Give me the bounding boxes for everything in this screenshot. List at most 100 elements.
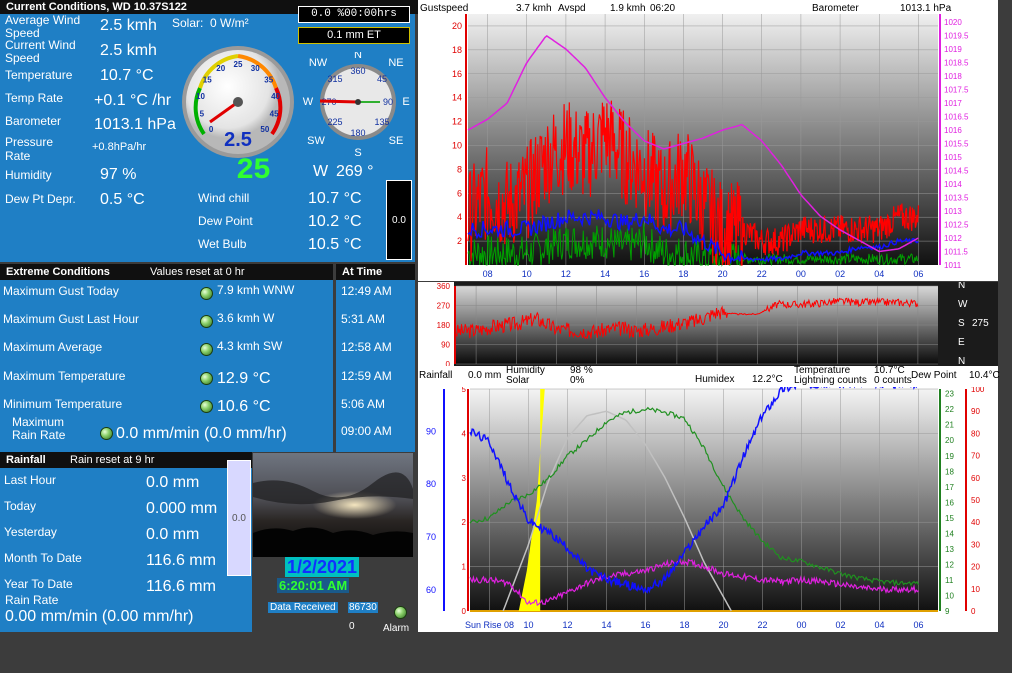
date-display: 1/2/2021 — [285, 557, 360, 577]
chart2-current-direction: 275 — [972, 318, 989, 329]
cur-wind-label: Current Wind Speed — [5, 38, 76, 65]
rainfall-panel: Rainfall Rain reset at 9 hr Last Hour 0.0… — [0, 452, 252, 632]
solar-value: 0 W/m² — [210, 16, 249, 30]
current-bar-value: 0.0 — [392, 215, 406, 226]
chart1-xtick: 18 — [678, 269, 688, 279]
chart3-ytick-pct: 0 — [971, 607, 976, 616]
hdr-dewpoint-value: 10.4°C — [969, 370, 1000, 381]
chart1-ytick-right: 1019 — [944, 45, 962, 54]
chart3-xtick: 02 — [835, 620, 845, 630]
chart1-ytick-right: 1013 — [944, 207, 962, 216]
chart3-ytick-temp: 22 — [945, 405, 954, 414]
rain-row-value: 0.000 mm — [146, 500, 218, 517]
chart1-ytick-right: 1013.5 — [944, 194, 969, 203]
rain-row-label: Today — [4, 499, 37, 513]
extreme-row-label: Minimum Temperature — [3, 397, 123, 411]
chart1-ytick-right: 1016.5 — [944, 113, 969, 122]
chart2-ytick: 180 — [437, 321, 451, 330]
chart1-header-item: 3.7 kmh — [516, 3, 552, 14]
chart3-xtick: 18 — [679, 620, 689, 630]
solar-label: Solar: — [172, 16, 204, 30]
gust-digital-readout: 25 — [236, 154, 271, 188]
rain-row-value: 116.6 mm — [146, 552, 216, 569]
chart1-ytick-left: 2 — [457, 236, 462, 246]
compass-degrees: 269 ° — [336, 163, 374, 180]
wet-bulb-label: Wet Bulb — [198, 237, 247, 251]
extreme-row-value: 3.6 kmh W — [217, 311, 275, 325]
compass-direction: W — [313, 163, 329, 180]
chart3-xtick: 04 — [874, 620, 884, 630]
chart3-ytick-temp: 20 — [945, 436, 954, 445]
chart3-ytick-rain: 2 — [462, 518, 467, 527]
chart1-ytick-right: 1014.5 — [944, 167, 969, 176]
chart1-ytick-right: 1018 — [944, 72, 962, 81]
chart1-ytick-right: 1016 — [944, 126, 962, 135]
chart3-xtick: 14 — [601, 620, 611, 630]
chart1-header-item: 1013.1 hPa — [900, 3, 952, 14]
chart3-ytick-pct: 60 — [971, 474, 980, 483]
chart3-ytick-temp: 16 — [945, 498, 954, 507]
wind-chill-value: 10.7 °C — [308, 190, 362, 207]
baro-label: Barometer — [5, 114, 62, 128]
temp-rate-label: Temp Rate — [5, 91, 64, 105]
gauge-tick-label: 10 — [196, 92, 205, 101]
hdr-lightning-value: 0 counts — [874, 375, 912, 386]
chart1-xtick: 04 — [874, 269, 884, 279]
gauge-tick-label: 50 — [260, 125, 269, 134]
climate-chart: 0123456070809091011121314151617181920212… — [426, 377, 985, 630]
chart1-ytick-left: 18 — [452, 45, 462, 55]
extreme-row-led — [200, 400, 213, 413]
wind-chill-label: Wind chill — [198, 191, 250, 205]
chart3-ytick-rain: 5 — [462, 387, 467, 394]
chart1-xtick: 22 — [757, 269, 767, 279]
hdr-solar-label: Solar — [506, 375, 530, 386]
chart1-ytick-right: 1018.5 — [944, 59, 969, 68]
wind-direction-chart-panel: 0 90 180 270 360 N W S E N 275 — [418, 280, 998, 369]
rain-bar-value: 0.0 — [232, 513, 246, 524]
rain-row-label: Year To Date — [4, 577, 73, 591]
compass-point-label: SW — [307, 135, 325, 147]
chart3-ytick-temp: 15 — [945, 514, 954, 523]
extreme-row-time: 12:49 AM — [341, 284, 392, 298]
avg-wind-label: Average Wind Speed — [5, 13, 81, 40]
rain-row-label: Yesterday — [4, 525, 57, 539]
chart3-ytick-temp: 21 — [945, 421, 954, 430]
chart3-ytick-temp: 23 — [945, 390, 954, 399]
chart3-xtick: 22 — [757, 620, 767, 630]
temp-value: 10.7 °C — [100, 67, 154, 84]
hdr-lightning-label: Lightning counts — [794, 375, 867, 386]
chart2-direction-label: N — [958, 356, 965, 366]
extreme-row-time: 12:59 AM — [341, 369, 392, 383]
compass-point-label: NE — [388, 57, 403, 69]
chart3-ytick-temp: 11 — [945, 576, 954, 585]
extreme-row-led — [200, 315, 213, 328]
hdr-solar-value: 0% — [570, 375, 585, 386]
chart1-ytick-left: 16 — [452, 69, 462, 79]
chart1-xtick: 06 — [913, 269, 923, 279]
chart2-direction-label: E — [958, 337, 965, 348]
hdr-humidex-label: Humidex — [695, 374, 735, 385]
extreme-conditions-header: Extreme Conditions Values reset at 0 hr — [0, 264, 333, 280]
sky-webcam-image — [253, 453, 413, 557]
chart1-xtick: 12 — [561, 269, 571, 279]
wind-baro-chart-panel: Gustspeed 3.7 kmh Avspd 1.9 kmh 06:20 Baromet… — [418, 0, 998, 281]
gauge-tick-label: 40 — [271, 92, 280, 101]
chart3-ytick-temp: 10 — [945, 591, 954, 600]
chart3-xtick: 00 — [796, 620, 806, 630]
extreme-row-label: Maximum Average — [3, 340, 103, 354]
alarm-led[interactable] — [394, 606, 407, 619]
chart1-ytick-right: 1019.5 — [944, 32, 969, 41]
baro-value: 1013.1 hPa — [94, 116, 176, 133]
extreme-row-label: Maximum Temperature — [3, 369, 126, 383]
chart3-ytick-pct: 40 — [971, 518, 980, 527]
compass-point-label: W — [303, 96, 314, 108]
extreme-row-label: Maximum Rain Rate — [12, 415, 66, 442]
gauge-tick-label: 25 — [234, 60, 243, 69]
compass-point-label: S — [354, 147, 361, 159]
chart1-ytick-right: 1012.5 — [944, 221, 969, 230]
chart3-xtick: 06 — [913, 620, 923, 630]
extreme-row-value: 4.3 kmh SW — [217, 339, 283, 353]
chart3-ytick-temp: 19 — [945, 452, 954, 461]
chart1-ytick-right: 1017 — [944, 99, 962, 108]
rainfall-title: Rainfall — [6, 454, 46, 466]
